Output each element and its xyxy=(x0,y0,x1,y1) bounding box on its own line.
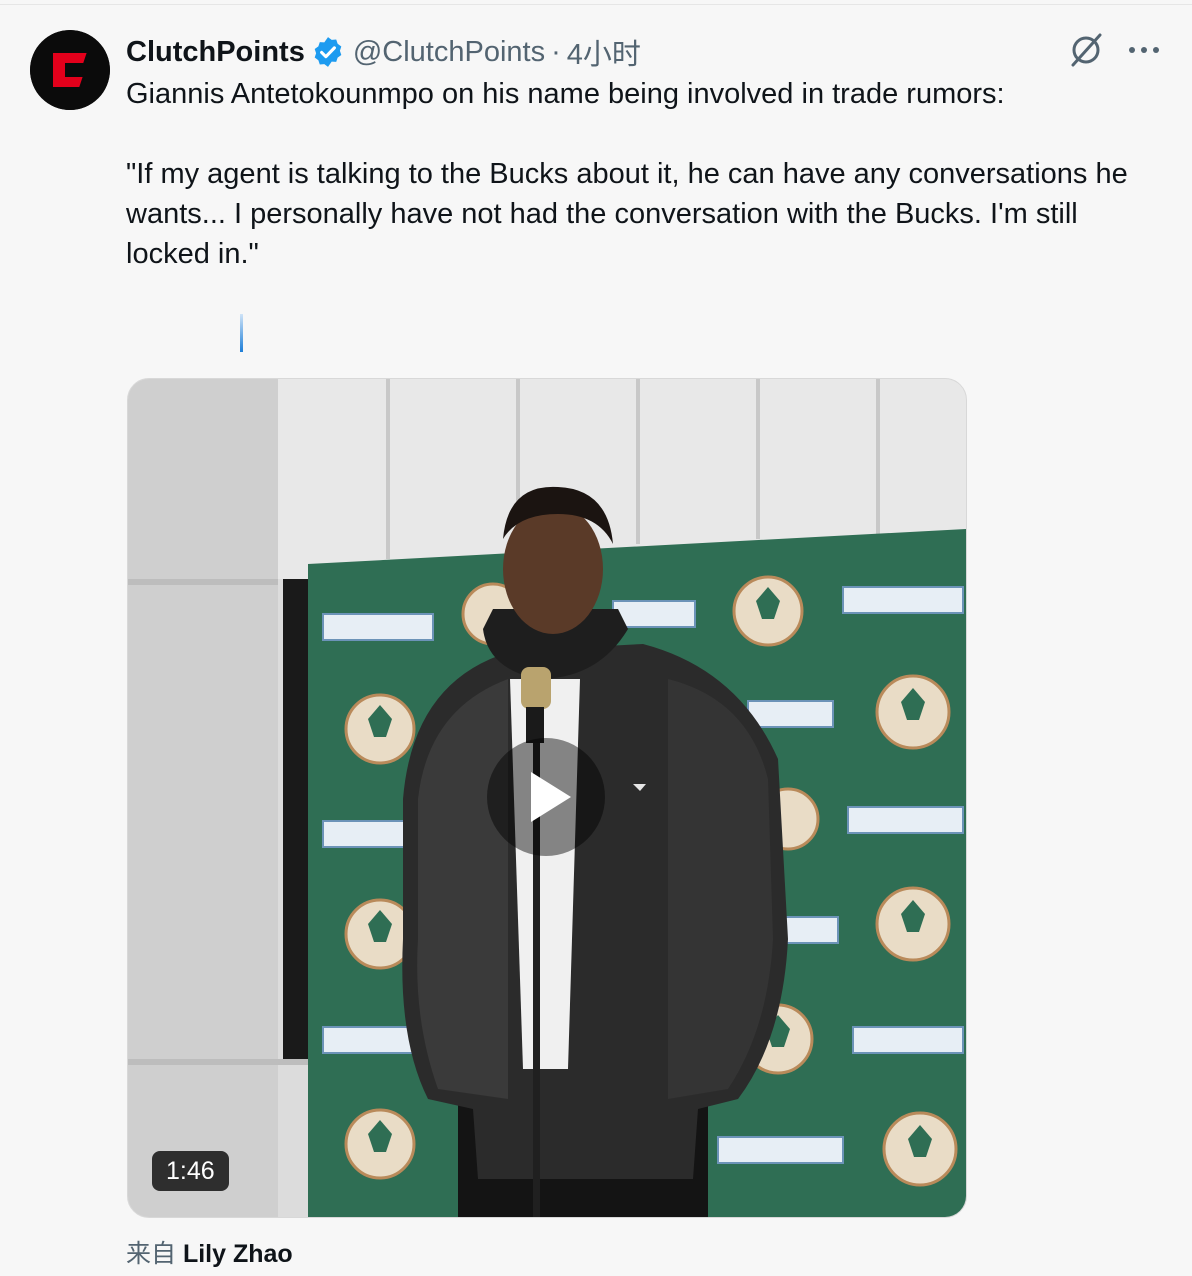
source-prefix: 来自 xyxy=(126,1240,177,1268)
clutchpoints-logo-icon xyxy=(30,30,110,110)
play-icon xyxy=(531,772,571,822)
avatar[interactable] xyxy=(30,30,110,110)
play-button[interactable] xyxy=(487,738,605,856)
tweet-header: ClutchPoints @ClutchPoints · 4小时 xyxy=(126,30,641,74)
divider xyxy=(0,4,1192,5)
timestamp[interactable]: 4小时 xyxy=(567,31,641,73)
verified-badge-icon xyxy=(314,37,342,67)
tweet-text: Giannis Antetokounmpo on his name being … xyxy=(126,78,1128,270)
video-duration: 1:46 xyxy=(152,1151,229,1191)
separator-dot: · xyxy=(551,35,561,68)
source-attribution: 来自 Lily Zhao xyxy=(126,1234,293,1270)
grok-icon[interactable] xyxy=(1066,30,1106,70)
author-name[interactable]: ClutchPoints xyxy=(126,36,305,69)
text-cursor xyxy=(240,314,243,352)
tweet-card[interactable]: ClutchPoints @ClutchPoints · 4小时 Giannis… xyxy=(0,0,1192,1276)
author-handle[interactable]: @ClutchPoints xyxy=(353,36,545,69)
source-author[interactable]: Lily Zhao xyxy=(183,1240,293,1268)
more-icon[interactable] xyxy=(1126,36,1162,64)
